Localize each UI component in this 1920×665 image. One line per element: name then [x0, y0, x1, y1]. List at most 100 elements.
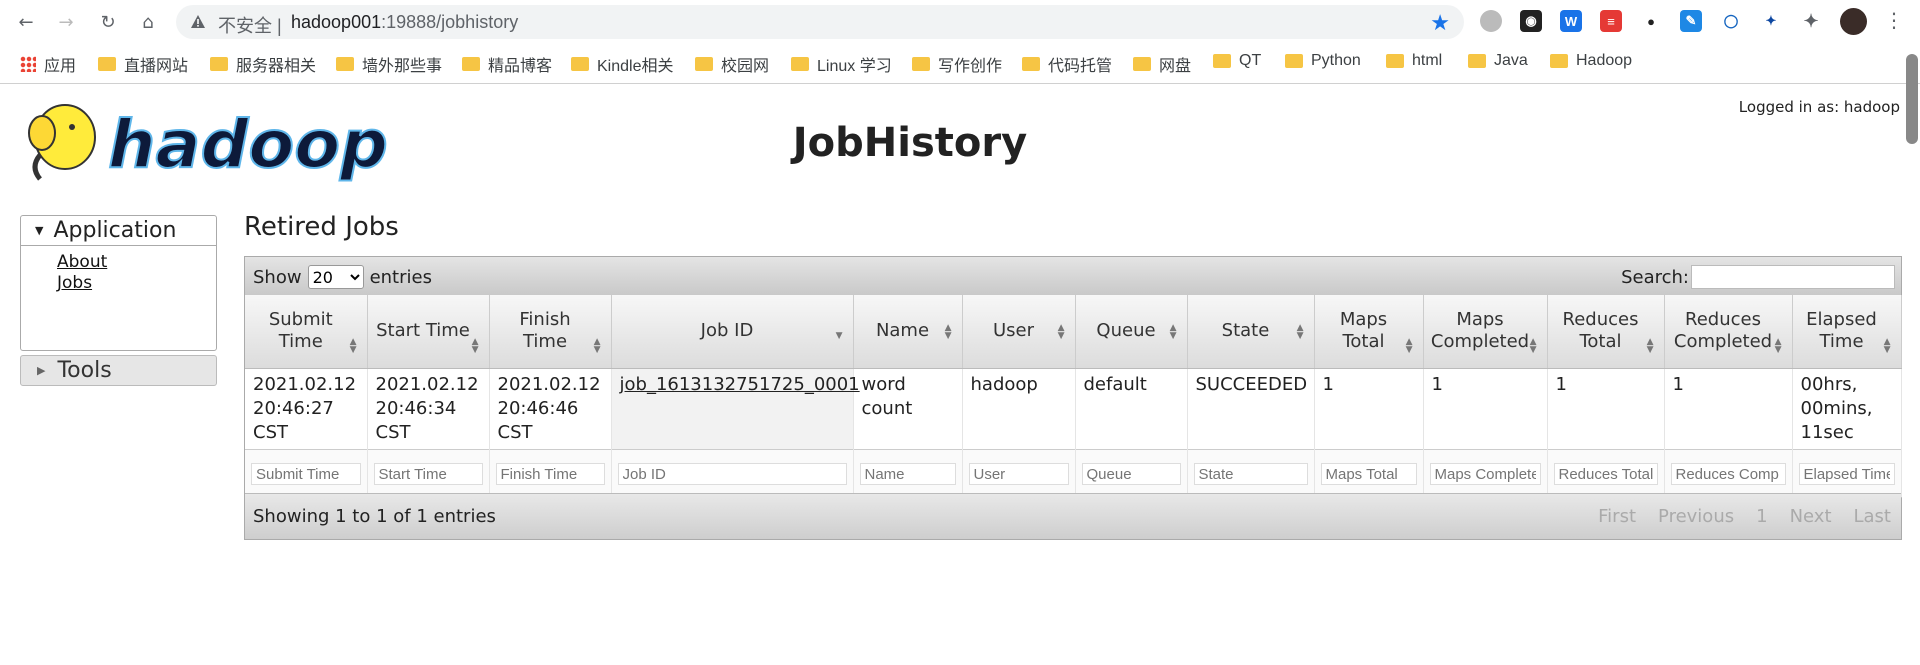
filter-input[interactable] — [1320, 463, 1417, 485]
filter-input[interactable] — [1553, 463, 1658, 485]
page-size-select[interactable]: 20 — [307, 265, 364, 289]
url-text: hadoop001:19888/jobhistory — [291, 12, 519, 32]
pager-next[interactable]: Next — [1790, 506, 1832, 527]
filter-input[interactable] — [373, 463, 483, 485]
browser-toolbar: ← → ↻ ⌂ 不安全 | hadoop001:19888/jobhistory… — [0, 0, 1920, 44]
column-header[interactable]: Reduces Completed ▲ ▼ — [1664, 295, 1793, 369]
column-header[interactable]: User ▲ ▼ — [962, 295, 1076, 369]
search-label: Search: — [1621, 266, 1689, 288]
profile-avatar[interactable] — [1840, 8, 1867, 35]
sidebar-link-jobs[interactable]: Jobs — [57, 273, 216, 294]
column-header[interactable]: Elapsed Time ▲ ▼ — [1792, 295, 1902, 369]
bookmark-folder[interactable]: 网盘 — [1133, 52, 1191, 76]
table-row: 2021.02.12 20:46:27 CST 2021.02.12 20:46… — [245, 368, 1902, 449]
filter-input[interactable] — [968, 463, 1069, 485]
filter-input[interactable] — [859, 463, 956, 485]
logged-in-user: Logged in as: hadoop — [1738, 98, 1900, 116]
column-header[interactable]: Name ▲ ▼ — [853, 295, 963, 369]
page-title: JobHistory — [792, 120, 1028, 166]
extension-github-icon[interactable]: ● — [1640, 10, 1662, 32]
forward-icon[interactable]: → — [54, 10, 78, 34]
column-header[interactable]: State ▲ ▼ — [1187, 295, 1315, 369]
menu-kebab-icon[interactable]: ⋮ — [1884, 8, 1904, 32]
folder-icon — [462, 57, 480, 71]
show-label: Show — [253, 266, 302, 288]
bookmark-folder[interactable]: 服务器相关 — [210, 52, 316, 76]
pager-previous[interactable]: Previous — [1658, 506, 1734, 527]
reload-icon[interactable]: ↻ — [96, 10, 120, 34]
filter-input[interactable] — [1429, 463, 1541, 485]
bookmark-apps[interactable]: 应用 — [20, 52, 76, 76]
table-footer: Showing 1 to 1 of 1 entries First Previo… — [245, 493, 1901, 539]
filter-input[interactable] — [251, 463, 361, 485]
bookmark-folder[interactable]: 精品博客 — [462, 52, 552, 76]
bookmark-folder[interactable]: Python — [1285, 52, 1361, 70]
column-header[interactable]: Reduces Total ▲ ▼ — [1547, 295, 1665, 369]
folder-icon — [1022, 57, 1040, 71]
filter-input[interactable] — [1081, 463, 1181, 485]
column-header[interactable]: Maps Total ▲ ▼ — [1314, 295, 1424, 369]
bookmark-folder[interactable]: Kindle相关 — [571, 52, 673, 76]
extension-bird-icon[interactable]: ✦ — [1760, 10, 1782, 32]
folder-icon — [912, 57, 930, 71]
bookmark-folder[interactable]: 写作创作 — [912, 52, 1002, 76]
jobs-table: Submit Time ▲ ▼ Start Time ▲ ▼ Finish Time ▲ ▼… — [245, 295, 1902, 498]
bookmark-folder[interactable]: html — [1386, 52, 1442, 70]
bookmark-folder[interactable]: Linux 学习 — [791, 52, 892, 76]
home-icon[interactable]: ⌂ — [136, 10, 160, 34]
filter-input[interactable] — [1670, 463, 1786, 485]
cell-user: hadoop — [962, 368, 1076, 449]
folder-icon — [1550, 54, 1568, 68]
filter-input[interactable] — [617, 463, 847, 485]
sort-icon: ▲ ▼ — [1296, 322, 1304, 341]
filter-input[interactable] — [1798, 463, 1895, 485]
bookmark-folder[interactable]: QT — [1213, 52, 1261, 70]
bookmark-folder[interactable]: 墙外那些事 — [336, 52, 442, 76]
extension-translate-icon[interactable]: ◯ — [1720, 10, 1742, 32]
cell-job-id: job_1613132751725_0001 — [611, 368, 860, 449]
bookmark-folder[interactable]: 直播网站 — [98, 52, 188, 76]
cell-reduces-total: 1 — [1547, 368, 1665, 449]
table-info: Showing 1 to 1 of 1 entries — [253, 506, 496, 527]
cell-maps-total: 1 — [1314, 368, 1424, 449]
page-content: hadoop Logged in as: hadoop JobHistory ▼… — [0, 85, 1920, 665]
pager-first[interactable]: First — [1598, 506, 1636, 527]
sort-desc-icon: ▼ — [835, 330, 843, 341]
address-bar[interactable]: 不安全 | hadoop001:19888/jobhistory ★ — [176, 5, 1464, 39]
folder-icon — [98, 57, 116, 71]
extension-edit-icon[interactable]: ✎ — [1680, 10, 1702, 32]
folder-icon — [1386, 54, 1404, 68]
cell-name: word count — [853, 368, 963, 449]
back-icon[interactable]: ← — [14, 10, 38, 34]
sidebar-link-about[interactable]: About — [57, 252, 216, 273]
sidebar-tools-header[interactable]: ▶ Tools — [20, 355, 217, 386]
table-toolbar: Show 20 entries Search: — [245, 257, 1901, 295]
column-header[interactable]: Submit Time ▲ ▼ — [245, 295, 368, 369]
pager-last[interactable]: Last — [1854, 506, 1892, 527]
extension-circle-icon[interactable] — [1480, 10, 1502, 32]
column-header[interactable]: Maps Completed ▲ ▼ — [1423, 295, 1548, 369]
extension-notes-icon[interactable]: ≡ — [1600, 10, 1622, 32]
extension-game-icon[interactable]: ◉ — [1520, 10, 1542, 32]
pagination: First Previous 1 Next Last — [1598, 506, 1891, 527]
column-header[interactable]: Finish Time ▲ ▼ — [489, 295, 612, 369]
column-header[interactable]: Job ID ▼ — [611, 295, 854, 369]
bookmark-folder[interactable]: Hadoop — [1550, 52, 1632, 70]
filter-input[interactable] — [495, 463, 605, 485]
bookmark-folder[interactable]: Java — [1468, 52, 1528, 70]
filter-input[interactable] — [1193, 463, 1308, 485]
column-header[interactable]: Queue ▲ ▼ — [1075, 295, 1188, 369]
extensions-puzzle-icon[interactable]: ✦ — [1800, 10, 1822, 32]
bookmark-folder[interactable]: 校园网 — [695, 52, 769, 76]
job-id-link[interactable]: job_1613132751725_0001 — [620, 374, 860, 395]
sidebar-application-header[interactable]: ▼ Application — [21, 216, 216, 246]
bookmark-folder[interactable]: 代码托管 — [1022, 52, 1112, 76]
sort-icon: ▲ ▼ — [593, 336, 601, 355]
column-header[interactable]: Start Time ▲ ▼ — [367, 295, 490, 369]
warning-icon — [190, 13, 206, 34]
extension-w-icon[interactable]: W — [1560, 10, 1582, 32]
cell-reduces-completed: 1 — [1664, 368, 1793, 449]
search-input[interactable] — [1691, 265, 1895, 289]
pager-page[interactable]: 1 — [1756, 506, 1767, 527]
bookmark-star-icon[interactable]: ★ — [1430, 10, 1450, 36]
